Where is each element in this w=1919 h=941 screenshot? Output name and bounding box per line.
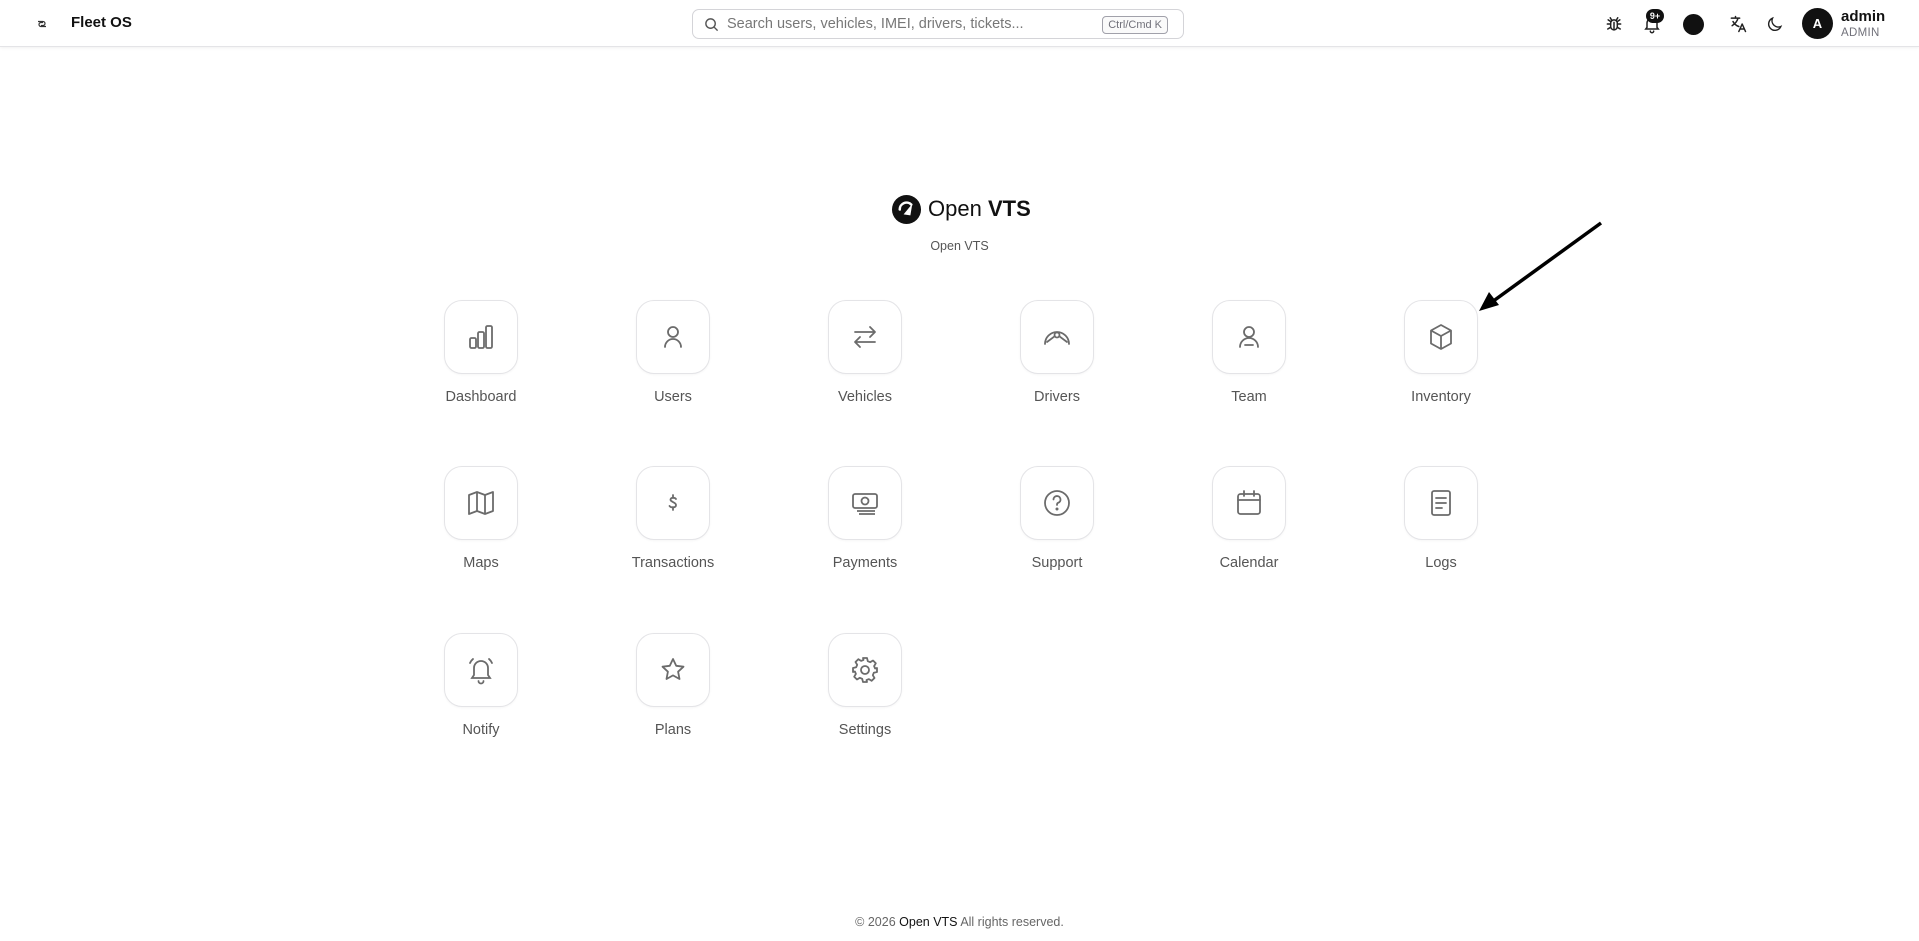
footer-rights: All rights reserved. xyxy=(960,915,1064,929)
footer-brand: Open VTS xyxy=(899,915,958,929)
footer: © 2026 Open VTS All rights reserved. xyxy=(0,915,1919,929)
annotation-arrow xyxy=(1479,221,1603,311)
footer-copyright: © 2026 xyxy=(855,915,896,929)
